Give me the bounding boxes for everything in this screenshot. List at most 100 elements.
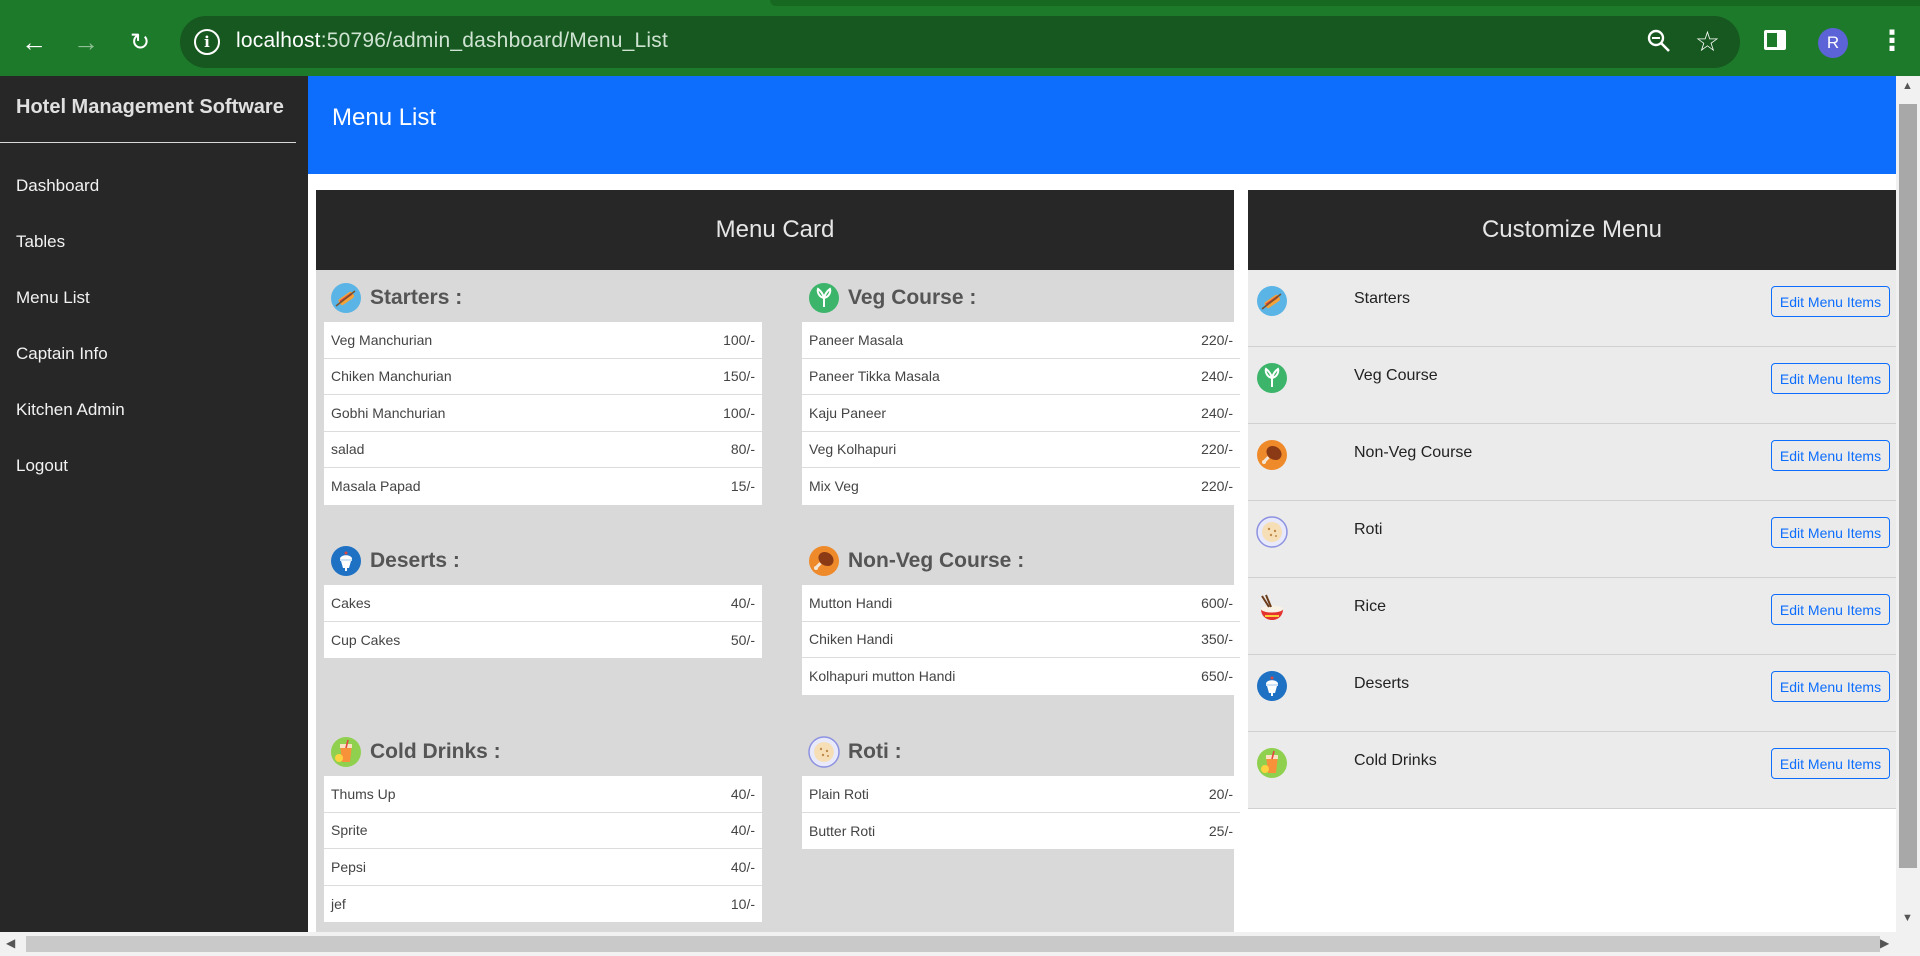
starters-icon [1256, 285, 1288, 317]
reload-icon[interactable]: ↻ [120, 22, 160, 62]
edit-menu-items-button[interactable]: Edit Menu Items [1771, 286, 1890, 317]
back-arrow-icon[interactable]: ← [14, 22, 54, 62]
customize-menu-title: Customize Menu [1248, 190, 1896, 270]
customize-row-starters: Starters Edit Menu Items [1248, 270, 1896, 347]
edit-menu-items-button[interactable]: Edit Menu Items [1771, 671, 1890, 702]
edit-menu-items-button[interactable]: Edit Menu Items [1771, 748, 1890, 779]
bookmark-star-icon[interactable]: ☆ [1695, 25, 1720, 58]
sidebar-item-kitchen-admin[interactable]: Kitchen Admin [16, 400, 125, 420]
menu-item-price: 240/- [1201, 404, 1233, 421]
horizontal-scrollbar[interactable]: ◀ ▶ [0, 932, 1920, 956]
sidebar-item-captain-info[interactable]: Captain Info [16, 344, 108, 364]
sidebar-item-dashboard[interactable]: Dashboard [16, 176, 99, 196]
edit-menu-items-button[interactable]: Edit Menu Items [1771, 517, 1890, 548]
menu-item-name: Kaju Paneer [809, 404, 887, 421]
roti-icon [808, 736, 840, 768]
menu-item-row: Sprite 40/- [324, 813, 762, 849]
menu-item-price: 240/- [1201, 368, 1233, 385]
menu-item-row: Masala Papad 15/- [324, 468, 762, 505]
menu-section-heading: Cold Drinks : [324, 728, 762, 776]
customize-category-name: Rice [1354, 598, 1387, 615]
menu-item-row: Veg Manchurian 100/- [324, 322, 762, 359]
zoom-icon[interactable] [1646, 28, 1672, 61]
starters-icon [330, 282, 362, 314]
browser-toolbar: ← → ↻ i localhost:50796/admin_dashboard/… [0, 0, 1920, 76]
menu-item-price: 40/- [730, 858, 755, 875]
menu-section-cold-drinks: Cold Drinks : Thums Up 40/- Sprite 40/- Pepsi… [324, 728, 762, 922]
customize-row-non-veg-course: Non-Veg Course Edit Menu Items [1248, 424, 1896, 501]
menu-item-price: 350/- [1201, 631, 1233, 648]
menu-item-row: Cakes 40/- [324, 585, 762, 622]
edit-menu-items-button[interactable]: Edit Menu Items [1771, 594, 1890, 625]
menu-item-price: 10/- [730, 895, 755, 912]
browser-menu-icon[interactable]: ⋮ [1878, 24, 1906, 60]
menu-section-non-veg-course: Non-Veg Course : Mutton Handi 600/- Chiken … [802, 537, 1240, 695]
vertical-scroll-thumb[interactable] [1899, 104, 1917, 868]
menu-item-name: Thums Up [331, 785, 396, 802]
menu-item-name: Paneer Tikka Masala [809, 368, 940, 385]
menu-item-list: Mutton Handi 600/- Chiken Handi 350/- Kolhap… [802, 585, 1240, 695]
menu-item-row: Pepsi 40/- [324, 849, 762, 886]
sidebar-item-logout[interactable]: Logout [16, 456, 68, 476]
menu-item-name: Cakes [331, 594, 371, 611]
menu-item-name: Veg Manchurian [331, 331, 433, 348]
edit-menu-items-button[interactable]: Edit Menu Items [1771, 363, 1890, 394]
horizontal-scroll-thumb[interactable] [26, 936, 1880, 952]
menu-item-name: Pepsi [331, 858, 367, 875]
veg-icon [808, 282, 840, 314]
menu-item-name: Kolhapuri mutton Handi [809, 668, 956, 685]
site-info-icon[interactable]: i [194, 29, 220, 55]
address-bar[interactable]: i localhost:50796/admin_dashboard/Menu_L… [180, 16, 1740, 68]
menu-section-heading: Non-Veg Course : [802, 537, 1240, 585]
profile-avatar[interactable]: R [1818, 28, 1848, 58]
menu-section-title: Veg Course : [848, 286, 977, 309]
customize-category-name: Starters [1354, 290, 1411, 307]
side-panel-icon[interactable] [1764, 30, 1786, 50]
menu-section-heading: Deserts : [324, 537, 762, 585]
brand-title: Hotel Management Software [16, 96, 284, 118]
menu-item-price: 600/- [1201, 594, 1233, 611]
url-text[interactable]: localhost:50796/admin_dashboard/Menu_Lis… [236, 29, 668, 53]
vertical-scrollbar[interactable]: ▲ ▼ [1896, 76, 1920, 932]
brand-divider [0, 142, 296, 143]
edit-menu-items-button[interactable]: Edit Menu Items [1771, 440, 1890, 471]
menu-section-starters: Starters : Veg Manchurian 100/- Chiken Manc… [324, 274, 762, 505]
menu-item-price: 100/- [723, 331, 755, 348]
page-header: Menu List [308, 76, 1896, 174]
menu-section-title: Non-Veg Course : [848, 549, 1025, 572]
scroll-left-arrow-icon[interactable]: ◀ [6, 936, 15, 950]
cold-drinks-icon [330, 736, 362, 768]
customize-category-name: Roti [1354, 521, 1383, 538]
menu-item-row: Cup Cakes 50/- [324, 622, 762, 659]
sidebar-item-menu-list[interactable]: Menu List [16, 288, 90, 308]
scroll-up-arrow-icon[interactable]: ▲ [1902, 80, 1913, 92]
menu-section-title: Cold Drinks : [370, 740, 501, 763]
tab-strip [0, 0, 1920, 6]
menu-item-price: 40/- [730, 822, 755, 839]
scroll-down-arrow-icon[interactable]: ▼ [1902, 912, 1913, 924]
menu-item-price: 100/- [723, 404, 755, 421]
menu-item-name: Chiken Handi [809, 631, 894, 648]
menu-item-row: Plain Roti 20/- [802, 776, 1240, 813]
menu-item-name: Masala Papad [331, 478, 421, 495]
sidebar-item-tables[interactable]: Tables [16, 232, 65, 252]
menu-item-name: Butter Roti [809, 822, 876, 839]
forward-arrow-icon[interactable]: → [66, 22, 106, 62]
menu-item-price: 150/- [723, 368, 755, 385]
menu-item-price: 15/- [730, 478, 755, 495]
main-content: Menu List Menu Card Starters : Veg Manchu… [308, 76, 1896, 932]
customize-row-rice: Rice Edit Menu Items [1248, 578, 1896, 655]
menu-item-row: jef 10/- [324, 886, 762, 923]
menu-item-name: Mutton Handi [809, 594, 893, 611]
menu-item-row: Paneer Masala 220/- [802, 322, 1240, 359]
customize-menu-panel: Customize Menu Starters Edit Menu Items Ve… [1248, 190, 1896, 932]
menu-section-title: Starters : [370, 286, 463, 309]
menu-item-price: 80/- [730, 441, 755, 458]
menu-item-name: salad [331, 441, 365, 458]
menu-item-row: Veg Kolhapuri 220/- [802, 432, 1240, 468]
menu-card-title: Menu Card [316, 190, 1234, 270]
scroll-right-arrow-icon[interactable]: ▶ [1880, 936, 1889, 950]
menu-item-row: Butter Roti 25/- [802, 813, 1240, 850]
cold-drinks-icon [1256, 747, 1288, 779]
customize-row-roti: Roti Edit Menu Items [1248, 501, 1896, 578]
